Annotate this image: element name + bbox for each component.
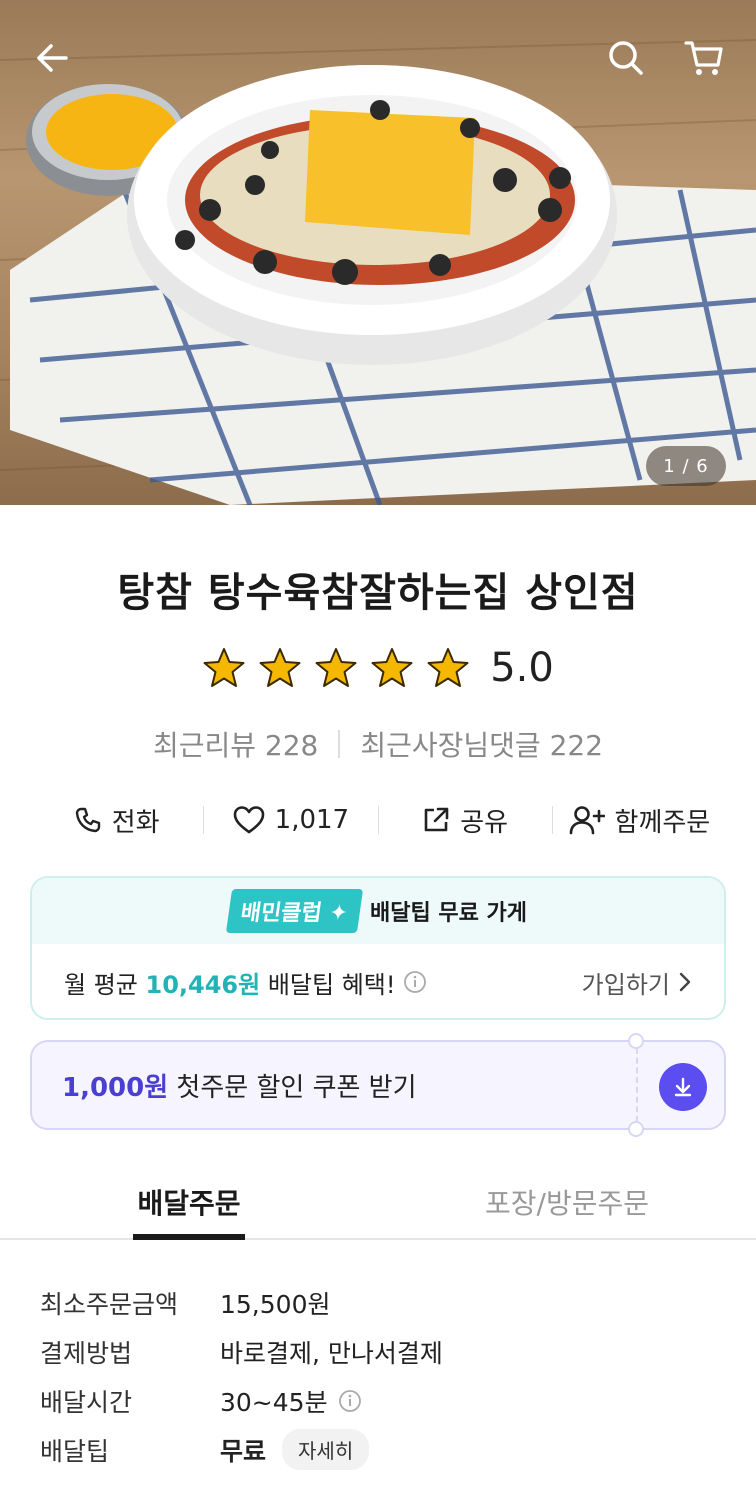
- heart-icon: [233, 806, 264, 834]
- payment-row: 결제방법 바로결제, 만나서결제: [40, 1327, 720, 1376]
- coupon-notch: [628, 1033, 644, 1049]
- review-summary: 최근리뷰 228 최근사장님댓글 222: [0, 724, 756, 764]
- action-bar: 전화 1,017 공유 함께주문: [30, 796, 726, 844]
- add-person-icon: [569, 806, 605, 835]
- image-counter: 1 / 6: [646, 446, 726, 486]
- delivery-tip-value-wrap: 무료 자세히: [220, 1429, 370, 1470]
- cart-icon: [684, 41, 723, 75]
- rating-value: 5.0: [490, 645, 554, 691]
- club-benefit-row: 월 평균 10,446원 배달팁 혜택! 가입하기: [32, 944, 724, 1018]
- share-label: 공유: [460, 807, 509, 838]
- delivery-time-label: 배달시간: [40, 1387, 133, 1417]
- like-button[interactable]: 1,017: [204, 805, 377, 835]
- order-type-tabs: 배달주문 포장/방문주문: [0, 1160, 756, 1240]
- share-icon: [424, 807, 449, 832]
- info-icon[interactable]: [338, 1389, 362, 1413]
- star-rating: [202, 646, 470, 690]
- coupon-description: 첫주문 할인 쿠폰 받기: [168, 1072, 417, 1103]
- min-order-label: 최소주문금액: [40, 1289, 179, 1319]
- like-count: 1,017: [274, 805, 350, 835]
- delivery-time-row: 배달시간 30~45분: [40, 1376, 720, 1425]
- owner-replies-link[interactable]: 최근사장님댓글 222: [360, 724, 603, 764]
- rating-row[interactable]: 5.0: [0, 645, 756, 691]
- info-icon[interactable]: [403, 970, 427, 994]
- call-label: 전화: [111, 807, 160, 838]
- delivery-tip-row: 배달팁 무료 자세히: [40, 1425, 720, 1474]
- chevron-right-icon: [679, 972, 691, 992]
- join-label: 가입하기: [581, 970, 670, 999]
- delivery-tip-label: 배달팁: [40, 1436, 110, 1466]
- group-order-label: 함께주문: [614, 807, 711, 838]
- delivery-info: 최소주문금액 15,500원 결제방법 바로결제, 만나서결제 배달시간 30~…: [40, 1278, 720, 1474]
- recent-reviews-link[interactable]: 최근리뷰 228: [153, 724, 318, 764]
- payment-label: 결제방법: [40, 1338, 133, 1368]
- delivery-tip-value: 무료: [220, 1436, 267, 1466]
- coupon-divider: [636, 1048, 638, 1122]
- club-header: 배민클럽 ✦ 배달팁 무료 가게: [32, 878, 724, 944]
- search-button[interactable]: [598, 30, 654, 86]
- coupon-download-button[interactable]: [659, 1063, 707, 1111]
- min-order-row: 최소주문금액 15,500원: [40, 1278, 720, 1327]
- club-amount: 10,446원: [145, 970, 261, 999]
- download-icon: [674, 1077, 692, 1097]
- star-icon: [259, 648, 301, 687]
- store-name: 탕참 탕수육참잘하는집 상인점: [117, 570, 639, 616]
- cart-button[interactable]: [676, 30, 732, 86]
- club-prefix: 월 평균: [64, 970, 146, 999]
- delivery-time-value-wrap: 30~45분: [220, 1383, 362, 1419]
- coupon-amount: 1,000원: [62, 1072, 169, 1103]
- coupon-text: 1,000원 첫주문 할인 쿠폰 받기: [32, 1067, 417, 1104]
- baemin-club-banner[interactable]: 배민클럽 ✦ 배달팁 무료 가게 월 평균 10,446원 배달팁 혜택! 가입…: [30, 876, 726, 1020]
- club-headline: 배달팁 무료 가게: [370, 901, 528, 926]
- detail-button[interactable]: 자세히: [282, 1429, 370, 1470]
- join-link[interactable]: 가입하기: [582, 965, 692, 1000]
- share-button[interactable]: 공유: [379, 802, 552, 839]
- group-order-button[interactable]: 함께주문: [553, 802, 726, 839]
- call-button[interactable]: 전화: [30, 802, 203, 839]
- min-order-value: 15,500원: [220, 1289, 331, 1319]
- search-icon: [609, 41, 643, 75]
- star-icon: [427, 648, 469, 687]
- star-icon: [203, 648, 245, 687]
- back-button[interactable]: [24, 30, 80, 86]
- payment-value: 바로결제, 만나서결제: [220, 1338, 443, 1368]
- divider: [338, 730, 341, 758]
- coupon-notch: [628, 1121, 644, 1137]
- star-icon: [371, 648, 413, 687]
- club-suffix: 배달팁 혜택!: [260, 970, 396, 999]
- phone-icon: [75, 807, 100, 833]
- first-order-coupon[interactable]: 1,000원 첫주문 할인 쿠폰 받기: [30, 1033, 726, 1137]
- tab-pickup[interactable]: 포장/방문주문: [378, 1160, 756, 1238]
- arrow-left-icon: [37, 44, 68, 72]
- tab-delivery[interactable]: 배달주문: [0, 1160, 378, 1238]
- hero-image[interactable]: 1 / 6: [0, 0, 756, 505]
- star-icon: [315, 648, 357, 687]
- club-badge: 배민클럽 ✦: [225, 889, 364, 933]
- delivery-time-value: 30~45분: [220, 1387, 328, 1417]
